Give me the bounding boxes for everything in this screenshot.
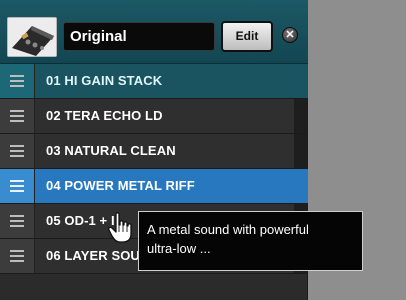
- tooltip-line-2: ultra-low ...: [147, 241, 211, 256]
- preset-name-field[interactable]: Original: [63, 22, 215, 51]
- edit-button[interactable]: Edit: [221, 21, 273, 52]
- drag-handle-icon[interactable]: [0, 204, 35, 238]
- patch-label: 01 HI GAIN STACK: [46, 73, 163, 88]
- amp-device-icon[interactable]: [7, 17, 57, 57]
- patch-label: 04 POWER METAL RIFF: [46, 178, 195, 193]
- scrollbar-track[interactable]: [294, 99, 308, 133]
- patch-label: 03 NATURAL CLEAN: [46, 143, 176, 158]
- scrollbar-track[interactable]: [294, 64, 308, 98]
- patch-row-03[interactable]: 03 NATURAL CLEAN: [0, 134, 308, 169]
- patch-row-02[interactable]: 02 TERA ECHO LD: [0, 99, 308, 134]
- patch-label: 05 OD-1 + I: [46, 213, 115, 228]
- scrollbar-track[interactable]: [294, 169, 308, 203]
- patch-row-01[interactable]: 01 HI GAIN STACK: [0, 64, 308, 99]
- patch-row-04[interactable]: 04 POWER METAL RIFF: [0, 169, 308, 204]
- scrollbar-track[interactable]: [294, 134, 308, 168]
- drag-handle-icon[interactable]: [0, 99, 35, 133]
- tooltip-line-1: A metal sound with powerful: [147, 222, 309, 237]
- close-icon[interactable]: ✕: [282, 27, 298, 43]
- drag-handle-icon[interactable]: [0, 134, 35, 168]
- drag-handle-icon[interactable]: [0, 64, 35, 98]
- drag-handle-icon[interactable]: [0, 239, 35, 273]
- patch-description-tooltip: A metal sound with powerful ultra-low ..…: [138, 211, 363, 271]
- patch-label: 02 TERA ECHO LD: [46, 108, 163, 123]
- drag-handle-icon[interactable]: [0, 169, 35, 203]
- hand-pointer-icon: [108, 212, 134, 244]
- preset-header: Original Edit ✕: [0, 0, 308, 64]
